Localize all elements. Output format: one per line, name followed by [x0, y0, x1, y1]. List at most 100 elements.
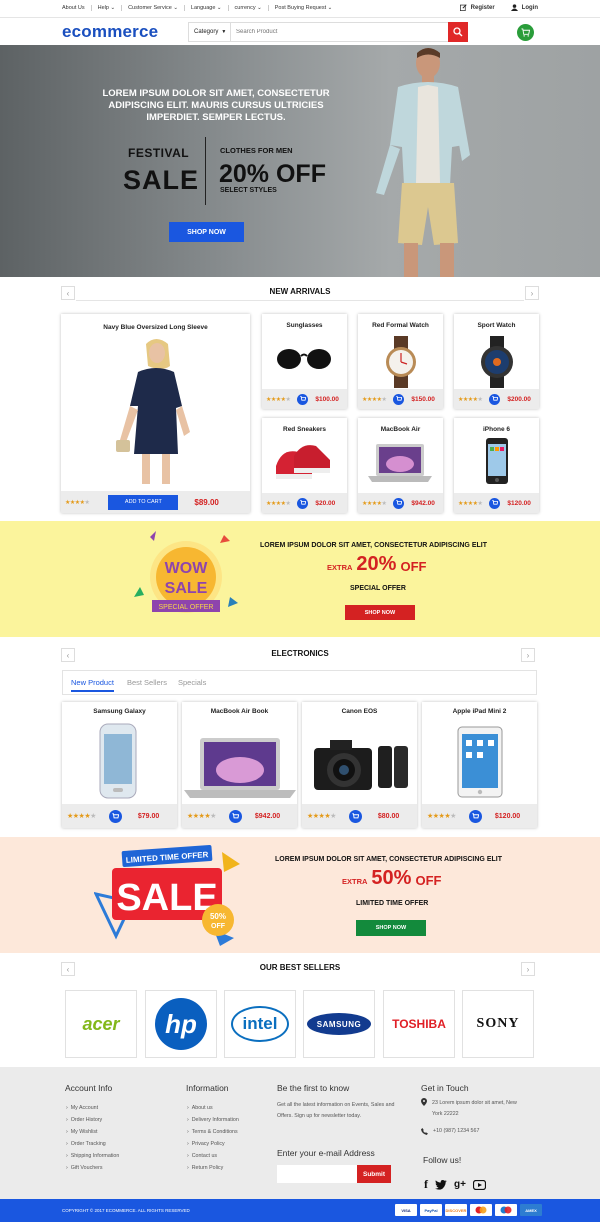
badge2-sale: SALE — [116, 877, 217, 919]
footer-link[interactable]: › Contact us — [187, 1150, 239, 1162]
product-card[interactable]: Sunglasses ★★★★★ $100.00 — [262, 314, 347, 409]
footer-link[interactable]: › Privacy Policy — [187, 1138, 239, 1150]
brand-tile-samsung[interactable]: SAMSUNG — [303, 990, 375, 1058]
add-cart-icon[interactable] — [348, 809, 362, 823]
search-button[interactable] — [448, 22, 468, 42]
rating-stars: ★★★★★ — [427, 813, 456, 820]
search-input[interactable] — [231, 23, 446, 41]
add-cart-icon[interactable] — [297, 497, 309, 509]
site-logo[interactable]: ecommerce — [62, 22, 158, 42]
product-image-samsung-galaxy — [99, 723, 137, 799]
product-card[interactable]: MacBook Air ★★★★★ $942.00 — [358, 418, 443, 513]
product-card[interactable]: Samsung Galaxy ★★★★★ $79.00 — [62, 702, 177, 828]
footer-link[interactable]: › Return Policy — [187, 1162, 239, 1174]
login-link[interactable]: Login — [510, 4, 538, 11]
visa-icon: VISA — [395, 1204, 417, 1216]
next-arrow-icon[interactable]: › — [521, 648, 535, 662]
hero-shop-now-button[interactable]: SHOP NOW — [169, 222, 244, 242]
add-cart-icon[interactable] — [468, 809, 482, 823]
cart-button[interactable] — [517, 24, 534, 41]
product-card[interactable]: Sport Watch ★★★★★ $200.00 — [454, 314, 539, 409]
amex-icon: AMEX — [520, 1204, 542, 1216]
electronics-tabs: New Product Best Sellers Specials — [62, 670, 537, 695]
product-image-macbook — [368, 444, 432, 482]
top-link-language[interactable]: Language ⌄ — [185, 5, 229, 11]
brand-tile-acer[interactable]: acer — [65, 990, 137, 1058]
footer-link[interactable]: › About us — [187, 1102, 239, 1114]
footer-newsletter-title: Be the first to know — [277, 1083, 350, 1093]
promo-banner-limited — [0, 837, 600, 953]
add-cart-icon[interactable] — [297, 393, 309, 405]
add-cart-icon[interactable] — [108, 809, 122, 823]
footer-link[interactable]: › Shipping Information — [66, 1150, 119, 1162]
discover-icon: DISCOVER — [445, 1204, 467, 1216]
brand-logo-intel-ring: intel — [231, 1006, 289, 1042]
product-footer: ★★★★★ $942.00 — [182, 804, 297, 828]
tab-best-sellers[interactable]: Best Sellers — [127, 678, 167, 687]
brand-logo-sony: SONY — [476, 1016, 520, 1031]
product-card[interactable]: Canon EOS ★★★★★ $80.00 — [302, 702, 417, 828]
footer-link[interactable]: › Order History — [66, 1114, 119, 1126]
bottom-bar: COPYRIGHT © 2017 ECOMMERCE. ALL RIGHTS R… — [0, 1199, 600, 1222]
promo2-headline: LOREM IPSUM DOLOR SIT AMET, CONSECTETUR … — [275, 856, 502, 863]
footer-link[interactable]: › Gift Vouchers — [66, 1162, 119, 1174]
google-plus-icon[interactable]: g+ — [454, 1179, 466, 1190]
footer-link[interactable]: › Order Tracking — [66, 1138, 119, 1150]
add-cart-icon[interactable] — [393, 393, 405, 405]
top-link-about[interactable]: About Us — [62, 5, 92, 11]
add-cart-icon[interactable] — [393, 497, 405, 509]
top-link-post-buying[interactable]: Post Buying Request ⌄ — [269, 5, 339, 11]
newsletter-email-input[interactable] — [277, 1165, 357, 1183]
brand-tile-sony[interactable]: SONY — [462, 990, 534, 1058]
footer-link[interactable]: › Delivery Information — [187, 1114, 239, 1126]
top-link-currency[interactable]: currency ⌄ — [229, 5, 269, 11]
promo2-shop-now-button[interactable]: SHOP NOW — [356, 920, 426, 936]
product-card[interactable]: MacBook Air Book ★★★★★ $942.00 — [182, 702, 297, 828]
hero-headline: LOREM IPSUM DOLOR SIT AMET, CONSECTETUR … — [102, 88, 330, 123]
brand-tile-intel[interactable]: intel — [224, 990, 296, 1058]
footer-link[interactable]: › Terms & Conditions — [187, 1126, 239, 1138]
brand-logo-hp: hp — [165, 1008, 197, 1039]
newsletter-submit-button[interactable]: Submit — [357, 1165, 391, 1183]
product-image-dress — [116, 339, 190, 484]
top-link-customer-service[interactable]: Customer Service ⌄ — [122, 5, 185, 11]
top-link-help[interactable]: Help ⌄ — [92, 5, 123, 11]
rating-stars: ★★★★★ — [307, 813, 336, 820]
tab-specials[interactable]: Specials — [178, 678, 206, 687]
youtube-icon[interactable] — [472, 1179, 486, 1190]
user-icon — [510, 4, 518, 11]
product-name: Sport Watch — [477, 322, 516, 329]
footer-link[interactable]: › My Wishlist — [66, 1126, 119, 1138]
footer-link[interactable]: › My Account — [66, 1102, 119, 1114]
product-card[interactable]: Red Formal Watch ★★★★★ $150.00 — [358, 314, 443, 409]
social-icons: f g+ — [424, 1177, 486, 1192]
featured-product-card[interactable]: Navy Blue Oversized Long Sleeve ★★★★★ AD… — [61, 314, 250, 513]
product-card[interactable]: Red Sneakers ★★★★★ $20.00 — [262, 418, 347, 513]
brand-tile-toshiba[interactable]: TOSHIBA — [383, 990, 455, 1058]
brand-logo-intel: intel — [242, 1014, 278, 1033]
add-to-cart-button[interactable]: ADD TO CART — [108, 494, 179, 510]
brand-tile-hp[interactable]: hp — [145, 990, 217, 1058]
footer-follow-title: Follow us! — [423, 1155, 462, 1165]
promo1-shop-now-button[interactable]: SHOP NOW — [345, 605, 415, 620]
mastercard-icon — [470, 1204, 492, 1216]
promo1-off: OFF — [400, 559, 427, 574]
twitter-icon[interactable] — [435, 1179, 447, 1190]
add-cart-icon[interactable] — [489, 497, 501, 509]
brand-logo-acer: acer — [82, 1013, 120, 1034]
facebook-icon[interactable]: f — [424, 1177, 428, 1192]
next-arrow-icon[interactable]: › — [525, 286, 539, 300]
tab-new-product[interactable]: New Product — [71, 678, 114, 692]
add-cart-icon[interactable] — [228, 809, 242, 823]
promo2-offer: EXTRA 50% OFF — [342, 867, 441, 890]
register-link[interactable]: Register — [459, 4, 495, 11]
promo1-offer: EXTRA 20% OFF — [327, 553, 426, 576]
category-select[interactable]: Category ▼ — [189, 23, 231, 41]
footer-email-label: Enter your e-mail Address — [277, 1148, 375, 1158]
next-arrow-icon[interactable]: › — [521, 962, 535, 976]
add-cart-icon[interactable] — [489, 393, 501, 405]
product-name: MacBook Air Book — [210, 708, 269, 715]
product-card[interactable]: Apple iPad Mini 2 ★★★★★ $120.00 — [422, 702, 537, 828]
product-price: $120.00 — [494, 812, 521, 820]
product-card[interactable]: iPhone 6 ★★★★★ $120.00 — [454, 418, 539, 513]
